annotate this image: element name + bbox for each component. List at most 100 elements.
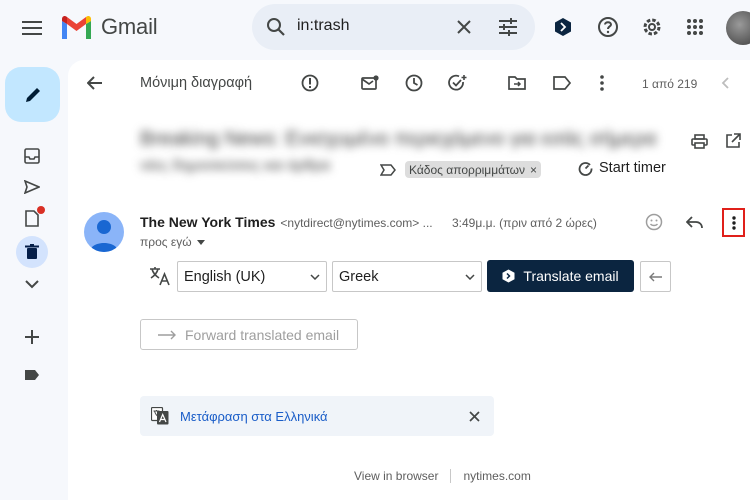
extension-hexagon-icon <box>555 18 571 36</box>
translation-notice: Μετάφραση στα Ελληνικά <box>140 396 494 436</box>
important-icon <box>380 164 396 176</box>
label-outline-icon <box>553 76 571 90</box>
settings-button[interactable] <box>637 12 667 42</box>
apps-grid-icon <box>687 19 703 35</box>
drafts-notification-dot <box>37 206 45 214</box>
target-language-select[interactable]: Greek <box>332 261 482 292</box>
clear-search-button[interactable] <box>448 11 480 43</box>
translate-email-label: Translate email <box>523 268 619 284</box>
move-folder-icon <box>508 76 526 90</box>
gear-icon <box>643 18 661 36</box>
open-in-new-icon <box>726 133 741 148</box>
target-language-value: Greek <box>339 268 379 285</box>
account-avatar[interactable] <box>726 11 750 45</box>
undo-translate-button[interactable] <box>640 261 671 292</box>
search-input[interactable]: in:trash <box>297 17 349 35</box>
search-bar[interactable]: in:trash <box>252 4 535 50</box>
main-menu-button[interactable] <box>16 12 48 44</box>
sidebar-item-inbox[interactable] <box>18 142 46 170</box>
close-icon <box>457 20 471 34</box>
more-vert-icon <box>731 215 736 230</box>
delete-forever-button[interactable]: Μόνιμη διαγραφή <box>140 75 252 91</box>
hamburger-icon <box>22 21 42 35</box>
gmail-m-icon <box>62 15 91 39</box>
close-translation-notice-button[interactable] <box>463 405 485 427</box>
source-language-select[interactable]: English (UK) <box>177 261 327 292</box>
recipient-details[interactable]: προς εγώ <box>140 235 205 249</box>
nytimes-link[interactable]: nytimes.com <box>463 469 530 483</box>
newer-button[interactable] <box>712 70 738 96</box>
more-actions-button[interactable] <box>588 69 616 97</box>
compose-button[interactable] <box>5 67 60 122</box>
arrow-forward-icon <box>158 330 176 339</box>
sender-avatar <box>84 212 124 252</box>
sidebar-item-trash[interactable] <box>16 236 48 268</box>
arrow-back-icon <box>648 272 662 281</box>
add-reaction-button[interactable] <box>642 210 666 234</box>
translate-icon <box>150 267 170 286</box>
chevron-down-icon <box>25 279 39 288</box>
inbox-icon <box>24 148 40 164</box>
add-to-tasks-button[interactable] <box>444 69 472 97</box>
print-icon <box>690 133 708 149</box>
sender-name[interactable]: The New York Times <box>140 214 275 230</box>
chevron-down-icon <box>465 273 475 280</box>
email-footer-links: View in browser nytimes.com <box>354 469 531 483</box>
translation-link[interactable]: Μετάφραση στα Ελληνικά <box>180 409 328 424</box>
extension-hexagon-icon <box>502 269 515 283</box>
help-button[interactable] <box>593 12 623 42</box>
start-timer-button[interactable]: Start timer <box>578 160 666 176</box>
labels-button[interactable] <box>548 69 576 97</box>
move-to-button[interactable] <box>503 69 531 97</box>
translate-email-button[interactable]: Translate email <box>487 260 634 292</box>
sidebar-more-button[interactable] <box>18 270 46 298</box>
reply-icon <box>685 215 703 228</box>
close-icon <box>468 410 480 422</box>
gmail-logo[interactable]: Gmail <box>60 14 158 40</box>
emoji-icon <box>645 213 663 231</box>
help-icon <box>598 17 618 37</box>
forward-translated-button[interactable]: Forward translated email <box>140 319 358 350</box>
mark-unread-button[interactable] <box>356 69 384 97</box>
start-timer-label: Start timer <box>599 160 666 176</box>
pencil-icon <box>25 87 40 102</box>
email-subject-line2: νέες δημοσιεύσεις και άρθρα <box>140 157 331 174</box>
search-button[interactable] <box>260 11 292 43</box>
google-translate-icon <box>151 407 169 425</box>
translate-toggle[interactable] <box>146 262 174 290</box>
report-spam-button[interactable] <box>296 69 324 97</box>
clock-icon <box>405 74 423 92</box>
email-time: 3:49μ.μ. (πριν από 2 ώρες) <box>452 216 597 230</box>
apps-button[interactable] <box>680 12 710 42</box>
mark-unread-icon <box>361 75 379 90</box>
trash-label-text: Κάδος απορριμμάτων <box>409 162 526 177</box>
chevron-left-icon <box>721 77 729 89</box>
remove-label-icon[interactable]: × <box>530 163 537 177</box>
search-options-button[interactable] <box>492 11 524 43</box>
back-to-list-button[interactable] <box>80 68 110 98</box>
caret-down-icon <box>196 239 205 245</box>
open-new-window-button[interactable] <box>720 128 746 154</box>
more-vert-icon <box>600 75 604 91</box>
sidebar-item-drafts[interactable] <box>18 204 46 232</box>
page-counter: 1 από 219 <box>642 77 698 91</box>
chevron-down-icon <box>310 273 320 280</box>
print-button[interactable] <box>686 128 712 154</box>
snooze-button[interactable] <box>400 69 428 97</box>
send-icon <box>24 180 40 194</box>
important-marker[interactable] <box>376 158 400 182</box>
email-subject: Breaking News: Ενισχυμένο περιεχόμενο γι… <box>140 128 657 150</box>
plus-icon <box>25 330 39 344</box>
reply-button[interactable] <box>682 210 706 234</box>
trash-icon <box>25 244 39 259</box>
sidebar-label-item[interactable] <box>18 361 46 389</box>
source-language-value: English (UK) <box>184 268 266 285</box>
view-in-browser-link[interactable]: View in browser <box>354 469 438 483</box>
message-more-button[interactable] <box>722 208 745 237</box>
create-label-button[interactable] <box>18 323 46 351</box>
sidebar-item-sent[interactable] <box>18 173 46 201</box>
tune-icon <box>499 18 517 36</box>
trash-label-chip[interactable]: Κάδος απορριμμάτων × <box>405 161 542 178</box>
arrow-back-icon <box>87 76 102 90</box>
extension-button[interactable] <box>548 12 578 42</box>
